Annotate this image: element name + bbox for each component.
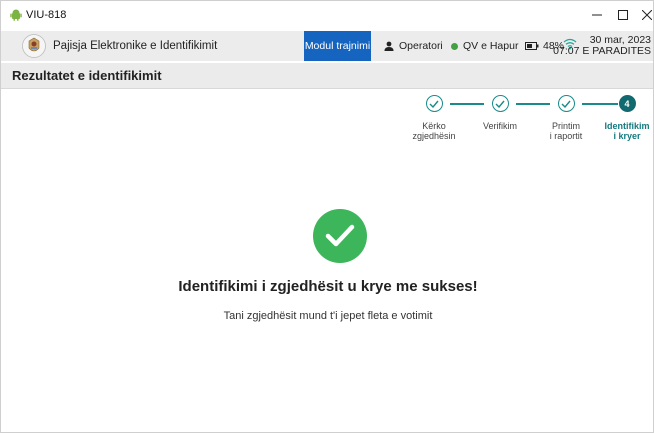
battery-icon xyxy=(525,42,539,50)
status-dot-icon xyxy=(451,42,458,50)
step-number-badge: 4 xyxy=(618,95,636,112)
step-label: Identifikim i kryer xyxy=(604,121,650,141)
step-label: Kërko zgjedhësin xyxy=(412,121,456,141)
training-mode-button[interactable]: Modul trajnimi xyxy=(304,31,371,61)
step-identifikim-kryer: 4 Identifikim i kryer xyxy=(601,95,653,141)
time-label: 07:07 E PARADITES xyxy=(553,45,651,57)
success-subline: Tani zgjedhësit mund t'i jepet fleta e v… xyxy=(223,310,433,322)
step-label: Printim i raportit xyxy=(549,121,583,141)
app-window: VIU-818 Pajisja Elektronike e Identifiki… xyxy=(0,0,654,433)
step-label: Verifikim xyxy=(482,121,517,131)
emblem-logo-icon xyxy=(22,34,46,58)
success-headline: Identifikimi i zgjedhësit u krye me suks… xyxy=(178,278,478,295)
app-header-bar: Pajisja Elektronike e Identifikimit Modu… xyxy=(1,31,653,61)
operator-label: Operatori xyxy=(399,40,443,52)
date-time: 30 mar, 2023 07:07 E PARADITES xyxy=(553,35,651,57)
step-check-icon xyxy=(557,95,575,112)
operator-menu[interactable]: Operatori xyxy=(384,40,443,52)
step-check-icon xyxy=(425,95,443,112)
app-name: Pajisja Elektronike e Identifikimit xyxy=(53,40,218,52)
step-check-icon xyxy=(491,95,509,112)
step-kerko-zgjedhesin: Kërko zgjedhësin xyxy=(404,95,464,141)
page-header: Rezultatet e identifikimit xyxy=(1,63,653,89)
window-title: VIU-818 xyxy=(26,9,67,21)
close-button[interactable] xyxy=(629,1,654,29)
window-titlebar: VIU-818 xyxy=(1,1,653,29)
step-verifikim: Verifikim xyxy=(470,95,530,131)
step-printim-raportit: Printim i raportit xyxy=(536,95,596,141)
check-circle-icon xyxy=(313,209,367,263)
qv-status-label: QV e Hapur xyxy=(463,40,519,52)
minimize-icon xyxy=(592,14,602,16)
person-icon xyxy=(384,41,394,51)
qv-status: QV e Hapur xyxy=(451,40,518,52)
page-title: Rezultatet e identifikimit xyxy=(12,68,162,83)
close-icon xyxy=(642,10,652,20)
android-icon xyxy=(10,9,22,21)
maximize-icon xyxy=(618,10,628,20)
